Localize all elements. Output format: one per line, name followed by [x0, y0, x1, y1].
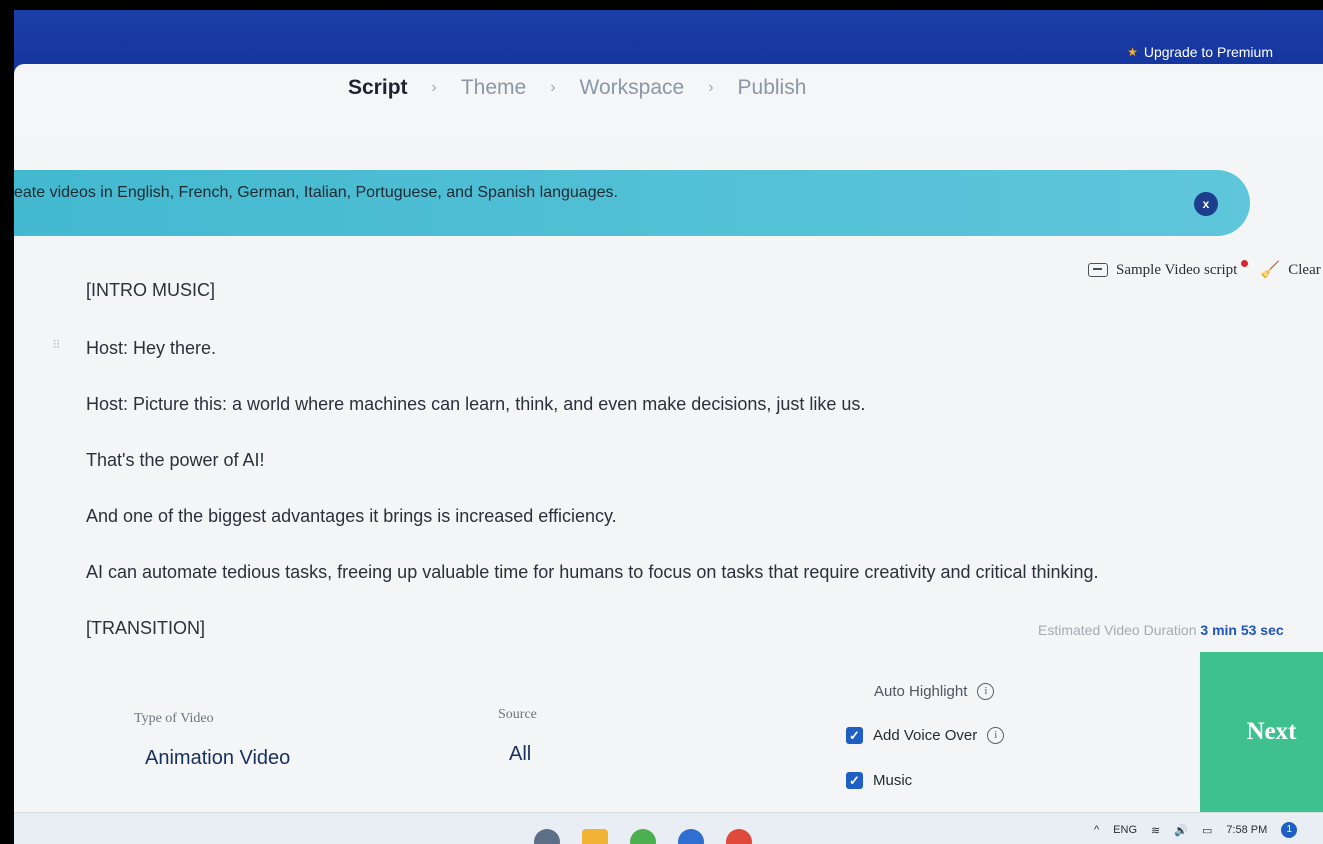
language-indicator[interactable]: ENG — [1113, 824, 1137, 836]
duration-label: Estimated Video Duration — [1038, 622, 1197, 638]
store-icon[interactable] — [678, 829, 704, 844]
taskbar-apps — [534, 829, 752, 844]
clear-button[interactable]: Clear — [1288, 262, 1320, 279]
type-of-video-select[interactable]: Animation Video — [145, 747, 290, 770]
notification-badge[interactable]: 1 — [1281, 822, 1298, 838]
banner-text: eate videos in English, French, German, … — [14, 184, 618, 201]
search-icon[interactable] — [534, 829, 560, 844]
step-script[interactable]: Script — [348, 76, 408, 100]
chevron-right-icon: › — [708, 79, 714, 96]
music-checkbox[interactable]: ✓ — [846, 772, 863, 789]
sample-video-script-button[interactable]: Sample Video script — [1116, 262, 1237, 279]
chevron-right-icon: › — [550, 79, 556, 96]
wifi-icon[interactable]: ≋ — [1151, 824, 1160, 837]
notification-dot — [1241, 259, 1249, 267]
app-window: ★ Upgrade to Premium Script › Theme › Wo… — [14, 10, 1323, 844]
broom-icon: 🧹 — [1260, 262, 1281, 279]
estimated-duration: Estimated Video Duration 3 min 53 sec — [1038, 622, 1284, 638]
script-line: That's the power of AI! — [86, 450, 265, 470]
info-icon[interactable]: i — [977, 683, 995, 700]
language-banner — [14, 170, 1250, 236]
source-select[interactable]: All — [509, 743, 531, 766]
voice-over-checkbox[interactable]: ✓ — [846, 727, 863, 744]
source-label: Source — [498, 707, 537, 722]
script-line: Host: Picture this: a world where machin… — [86, 394, 866, 414]
voice-over-label: Add Voice Over — [873, 727, 978, 744]
upgrade-label: Upgrade to Premium — [1143, 44, 1273, 60]
upgrade-button[interactable]: ★ Upgrade to Premium — [1127, 44, 1273, 60]
duration-value: 3 min 53 sec — [1200, 622, 1284, 638]
auto-highlight[interactable]: Auto Highlight i — [874, 683, 995, 700]
auto-highlight-label: Auto Highlight — [874, 683, 968, 700]
music-label: Music — [873, 772, 913, 789]
script-line: AI can automate tedious tasks, freeing u… — [86, 562, 1099, 582]
script-line: [TRANSITION] — [86, 618, 206, 638]
edge-icon[interactable] — [630, 829, 656, 844]
speaker-icon[interactable]: 🔊 — [1174, 824, 1188, 837]
clock[interactable]: 7:58 PM — [1226, 824, 1267, 837]
step-theme[interactable]: Theme — [461, 76, 526, 100]
chevron-right-icon: › — [431, 79, 437, 96]
script-line: Host: Hey there. — [86, 338, 217, 358]
step-workspace[interactable]: Workspace — [580, 76, 685, 100]
script-line: [INTRO MUSIC] — [86, 280, 215, 300]
type-of-video-label: Type of Video — [134, 711, 214, 726]
chrome-icon[interactable] — [726, 829, 752, 844]
step-breadcrumb: Script › Theme › Workspace › Publish — [348, 76, 806, 100]
battery-icon[interactable]: ▭ — [1202, 824, 1212, 837]
chevron-up-icon[interactable]: ^ — [1094, 824, 1099, 836]
music-option[interactable]: ✓ Music — [846, 772, 912, 789]
star-icon: ★ — [1127, 45, 1138, 59]
next-button[interactable]: Next — [1200, 652, 1323, 812]
folder-icon[interactable] — [582, 829, 608, 844]
drag-handle-icon[interactable]: ⠿ — [52, 339, 62, 351]
close-icon[interactable]: x — [1194, 192, 1218, 216]
script-line: And one of the biggest advantages it bri… — [86, 506, 617, 526]
step-publish[interactable]: Publish — [738, 76, 807, 100]
voice-over-option[interactable]: ✓ Add Voice Over i — [846, 727, 1005, 744]
document-icon — [1088, 263, 1108, 277]
system-tray: ^ ENG ≋ 🔊 ▭ 7:58 PM 1 — [1094, 822, 1298, 838]
info-icon[interactable]: i — [987, 727, 1005, 744]
script-toolbar: Sample Video script 🧹 Clear — [1088, 259, 1321, 280]
